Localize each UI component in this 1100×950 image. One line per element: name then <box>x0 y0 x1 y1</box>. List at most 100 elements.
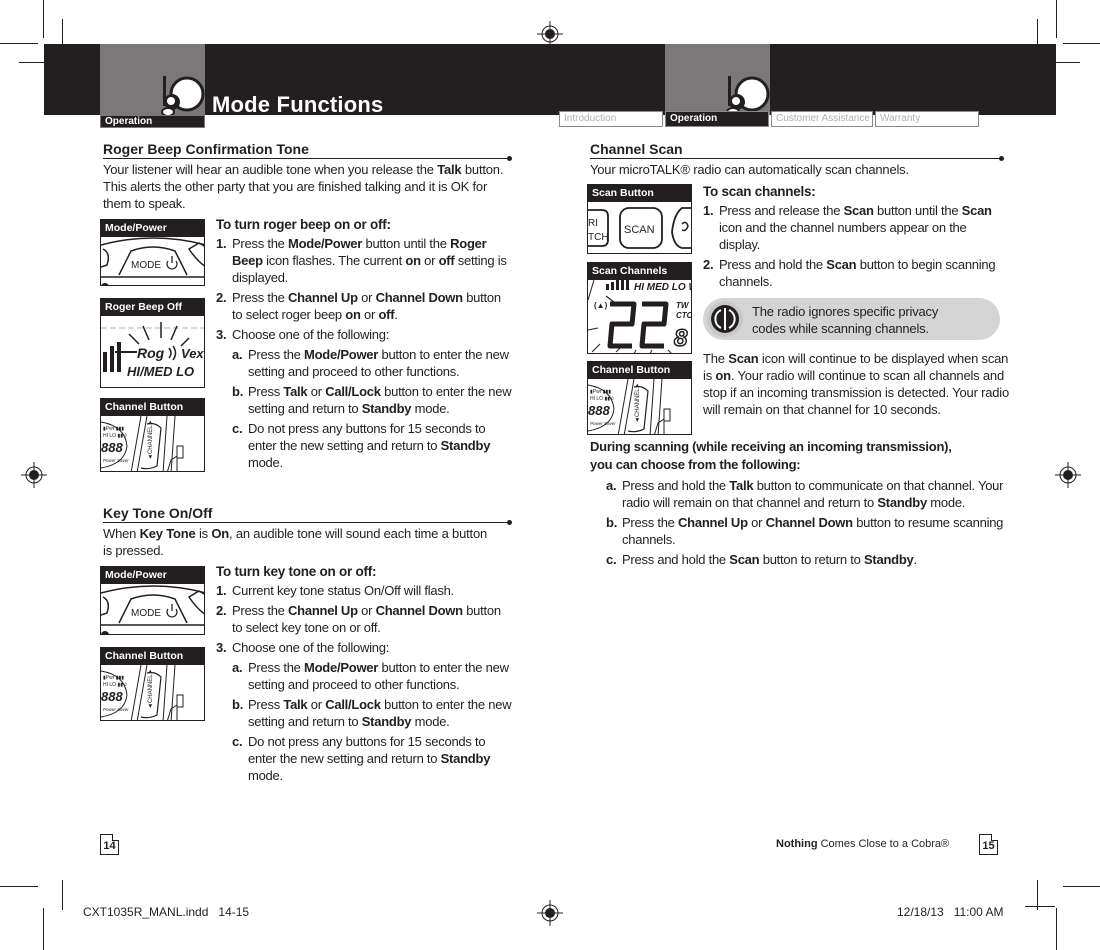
bold-term: Channel Up <box>288 290 358 305</box>
bold-term: Mode/Power <box>304 660 379 675</box>
key-tone-intro: When Key Tone is On, an audible tone wil… <box>103 525 498 559</box>
svg-text:HI/MED LO: HI/MED LO <box>127 364 194 379</box>
crop-mark <box>0 886 38 887</box>
text-run: The <box>703 351 729 366</box>
figure-channel-button: Channel Button ▮Pwr ▮▮▮ HI LO ▮▮ ◊ 888 P… <box>587 361 692 435</box>
tab-warranty[interactable]: Warranty <box>875 111 979 127</box>
crop-mark <box>43 908 44 950</box>
text-run: button until the <box>362 236 451 251</box>
figure-caption: Roger Beep Off <box>101 299 204 316</box>
step-number: 1. <box>216 236 227 251</box>
svg-text:TCH: TCH <box>588 232 609 243</box>
roger-beep-procedure: To turn roger beep on or off: 1. Press th… <box>216 215 512 474</box>
procedure-substep: b. Press Talk or Call/Lock button to ente… <box>216 383 512 417</box>
procedure-step: 1. Press and release the Scan button unti… <box>703 202 1003 253</box>
mode-power-button-icon: MODE <box>101 237 204 285</box>
text-run: . <box>394 307 398 322</box>
procedure-substep: a. Press the Mode/Power button to enter t… <box>216 346 512 380</box>
svg-text:Power Saver: Power Saver <box>103 707 129 712</box>
procedure-step: 1. Press the Mode/Power button until the … <box>216 235 512 286</box>
section-tabs: Introduction Operation Customer Assistan… <box>559 111 979 127</box>
bold-term: Mode/Power <box>288 236 363 251</box>
svg-text:TW: TW <box>676 301 690 310</box>
svg-text:Power Saver: Power Saver <box>590 421 616 426</box>
svg-text:▮Pwr ▮▮▮: ▮Pwr ▮▮▮ <box>103 426 124 432</box>
bold-term: Standby <box>863 552 914 567</box>
scan-continue-text: The Scan icon will continue to be displa… <box>703 350 1013 418</box>
bold-term: on <box>715 368 731 383</box>
svg-text:HI LO ▮▮ ◊: HI LO ▮▮ ◊ <box>103 433 127 439</box>
procedure-step: 2. Press the Channel Up or Channel Down b… <box>216 289 512 323</box>
page-number-left: 14 <box>100 834 119 855</box>
crop-mark <box>0 43 38 44</box>
step-number: c. <box>232 421 243 436</box>
during-scanning-options: During scanning (while receiving an inco… <box>590 438 1020 571</box>
text-run: button to return to <box>759 552 864 567</box>
tab-introduction[interactable]: Introduction <box>559 111 663 127</box>
svg-text:Power Saver: Power Saver <box>103 458 129 463</box>
text-run: mode. <box>248 455 283 470</box>
text-run: or <box>360 307 379 322</box>
bold-term: Channel Up <box>288 603 358 618</box>
procedure-step: 3. Choose one of the following: <box>216 639 512 656</box>
text-run: icon flashes. The current <box>262 253 406 268</box>
channel-button-icon: ▮Pwr ▮▮▮ HI LO ▮▮ ◊ 888 Power Saver ◄CHA… <box>101 416 184 471</box>
figure-caption: Mode/Power <box>101 220 204 237</box>
section-label: Operation <box>100 115 205 128</box>
figure-caption: Mode/Power <box>101 567 204 584</box>
svg-text:▮Pwr ▮▮▮: ▮Pwr ▮▮▮ <box>103 675 124 681</box>
crop-mark <box>43 0 44 38</box>
step-number: c. <box>232 734 243 749</box>
step-number: b. <box>606 515 618 530</box>
bold-term: Standby <box>440 438 491 453</box>
bold-term: on <box>405 253 421 268</box>
tab-operation[interactable]: Operation <box>665 111 769 127</box>
bold-term: Talk <box>283 384 308 399</box>
step-number: a. <box>606 478 617 493</box>
step-number: b. <box>232 697 244 712</box>
crop-mark <box>1063 886 1100 887</box>
figure-scan-channels: Scan Channels HI MED LO W (▲) TW CTC 8 <box>587 262 692 354</box>
svg-text:MODE: MODE <box>131 608 161 619</box>
during-scanning-title: During scanning (while receiving an inco… <box>590 439 952 472</box>
bold-term: Talk <box>729 478 754 493</box>
procedure-substep: a. Press the Mode/Power button to enter t… <box>216 659 512 693</box>
step-number: 2. <box>216 290 227 305</box>
text-run: Press and hold the <box>622 552 730 567</box>
svg-text:8: 8 <box>674 325 688 352</box>
bold-term: Scan <box>728 351 759 366</box>
scan-button-icon: RI TCH SCAN <box>588 207 691 249</box>
figure-roger-beep-off: Roger Beep Off Rog Vex HI/MED LO <box>100 298 205 388</box>
svg-text:◄CHANNEL►: ◄CHANNEL► <box>148 668 154 709</box>
text-run: mode. <box>411 714 450 729</box>
brand-tagline: Nothing Comes Close to a Cobra® <box>776 838 950 850</box>
figure-channel-button: Channel Button ▮Pwr ▮▮▮ HI LO ▮▮ ◊ 888 P… <box>100 647 205 721</box>
tab-customer-assistance[interactable]: Customer Assistance <box>771 111 873 127</box>
note-info-icon <box>707 301 743 337</box>
slug-filename: CXT1035R_MANL.indd 14-15 <box>83 905 250 919</box>
step-number: 2. <box>216 603 227 618</box>
procedure-substep: c. Do not press any buttons for 15 second… <box>216 420 512 471</box>
bold-term: On <box>211 526 229 541</box>
procedure-substep: b. Press the Channel Up or Channel Down b… <box>590 514 1020 548</box>
roger-beep-intro: Your listener will hear an audible tone … <box>103 162 504 211</box>
scan-channels-display-icon: HI MED LO W (▲) TW CTC 8 <box>588 280 691 353</box>
svg-text:RI: RI <box>588 218 598 229</box>
step-number: 2. <box>703 257 714 272</box>
step-number: b. <box>232 384 244 399</box>
procedure-title: To turn key tone on or off: <box>216 564 377 579</box>
roger-beep-heading: Roger Beep Confirmation Tone <box>103 141 512 161</box>
procedure-substep: c. Do not press any buttons for 15 second… <box>216 733 512 784</box>
channel-scan-procedure: To scan channels: 1. Press and release th… <box>703 182 1003 293</box>
svg-text:▮Pwr ▮▮▮: ▮Pwr ▮▮▮ <box>590 389 611 395</box>
crop-mark <box>1063 43 1100 44</box>
text-run: icon and the channel numbers appear on t… <box>719 220 967 252</box>
registration-mark-icon <box>1055 462 1081 488</box>
crop-mark <box>1056 908 1057 950</box>
text-run: Choose one of the following: <box>232 640 390 655</box>
text-run: is <box>195 526 212 541</box>
text-run: Press the <box>232 603 289 618</box>
figure-mode-power: Mode/Power MODE <box>100 566 205 635</box>
figure-mode-power: Mode/Power MODE <box>100 219 205 286</box>
bold-term: Standby <box>877 495 927 510</box>
